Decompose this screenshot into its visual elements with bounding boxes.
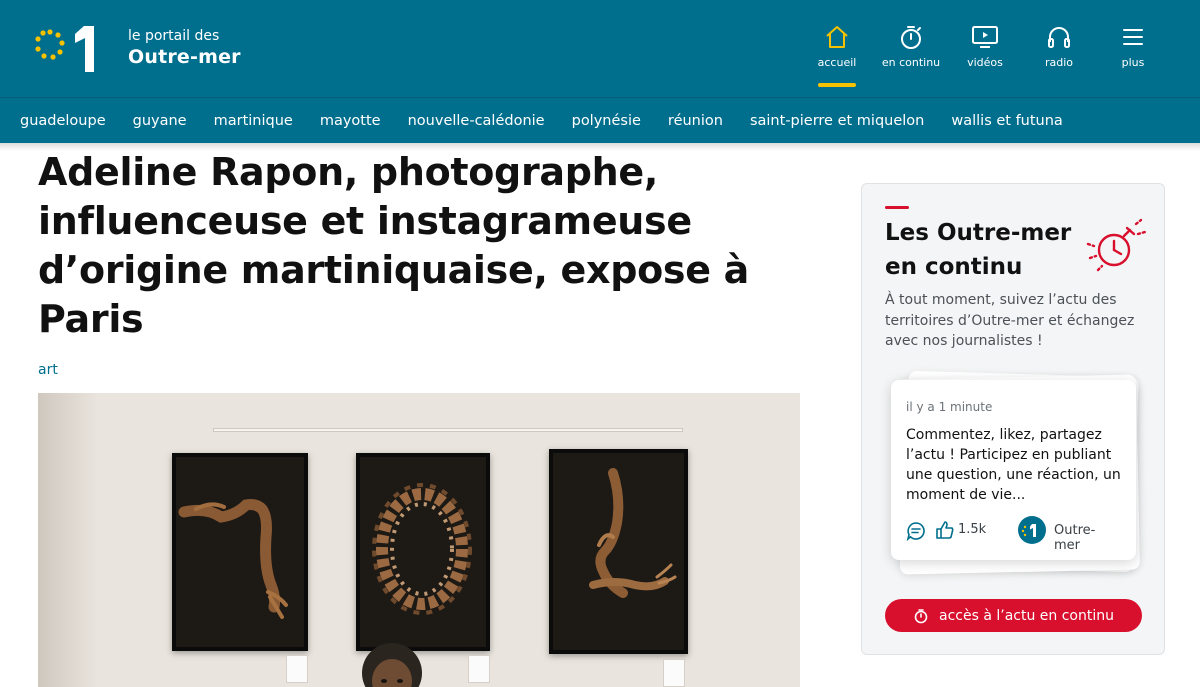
nav-label: radio — [1044, 56, 1074, 69]
stopwatch-icon — [914, 608, 928, 623]
region-link-wallis-et-futuna[interactable]: wallis et futuna — [951, 113, 1062, 129]
menu-icon — [1123, 29, 1143, 45]
main-nav: accueil en continu vidéos radio plus — [800, 22, 1170, 87]
article-title: Adeline Rapon, photographe, influenceuse… — [38, 150, 749, 341]
picture-rail — [213, 428, 683, 432]
site-header: le portail des Outre-mer accueil en cont… — [0, 0, 1200, 97]
like-count: 1.5k — [958, 522, 987, 537]
card-text: Commentez, likez, partagez l’actu ! Part… — [906, 427, 1121, 503]
region-link-guyane[interactable]: guyane — [133, 113, 187, 129]
live-feed-card[interactable]: il y a 1 minute Commentez, likez, partag… — [891, 380, 1136, 560]
nav-label: plus — [1121, 56, 1145, 69]
nav-label: vidéos — [967, 56, 1003, 69]
logo-title: Outre-mer — [128, 46, 241, 68]
logo-tagline: le portail des — [128, 28, 220, 44]
tv-icon — [972, 26, 998, 48]
region-link-guadeloupe[interactable]: guadeloupe — [20, 113, 106, 129]
nav-accueil[interactable]: accueil — [800, 22, 874, 87]
live-feed-button-label: accès à l’actu en continu — [939, 607, 1114, 624]
nav-en-continu[interactable]: en continu — [874, 22, 948, 86]
article-image — [38, 393, 800, 687]
nav-videos[interactable]: vidéos — [948, 22, 1022, 86]
artwork-frame-right — [549, 449, 688, 654]
stopwatch-icon — [1086, 218, 1147, 272]
artwork-label-left — [286, 655, 308, 683]
nav-plus[interactable]: plus — [1096, 22, 1170, 86]
region-link-mayotte[interactable]: mayotte — [320, 113, 381, 129]
region-nav: guadeloupe guyane martinique mayotte nou… — [0, 97, 1200, 143]
source-avatar — [1018, 516, 1046, 544]
region-link-reunion[interactable]: réunion — [668, 113, 723, 129]
stopwatch-icon — [901, 26, 921, 49]
artwork-label-center — [468, 655, 490, 683]
panel-description: À tout moment, suivez l’actu des territo… — [885, 292, 1135, 349]
region-link-martinique[interactable]: martinique — [214, 113, 293, 129]
nav-radio[interactable]: radio — [1022, 22, 1096, 86]
region-link-polynesie[interactable]: polynésie — [572, 113, 641, 129]
source-name: Outre-mer — [1054, 523, 1096, 553]
region-link-nouvelle-caledonie[interactable]: nouvelle-calédonie — [408, 113, 545, 129]
site-name[interactable]: le portail des Outre-mer — [128, 28, 241, 70]
card-timestamp: il y a 1 minute — [906, 400, 993, 414]
artwork-frame-left — [172, 453, 308, 651]
panel-accent-bar — [885, 206, 909, 209]
artwork-label-right — [663, 659, 685, 687]
artwork-frame-center — [356, 453, 490, 651]
live-feed-button[interactable]: accès à l’actu en continu — [885, 599, 1142, 632]
wall-shadow — [38, 393, 98, 687]
article-tag[interactable]: art — [38, 362, 58, 378]
nav-label: accueil — [817, 56, 857, 69]
live-feed-panel: Les Outre-mer en continu À tout moment, … — [861, 183, 1165, 655]
card-footer: 1.5k Outre-mer — [906, 516, 1121, 553]
nav-label: en continu — [881, 56, 941, 69]
headphones-icon — [1048, 27, 1070, 48]
home-icon — [826, 26, 848, 48]
region-link-saint-pierre-et-miquelon[interactable]: saint-pierre et miquelon — [750, 113, 924, 129]
site-logo[interactable] — [34, 22, 104, 76]
thumbs-up-icon[interactable] — [936, 520, 954, 540]
panel-title: Les Outre-mer en continu — [885, 220, 1072, 280]
visitor-figure — [362, 643, 422, 687]
comment-icon[interactable] — [906, 521, 926, 541]
